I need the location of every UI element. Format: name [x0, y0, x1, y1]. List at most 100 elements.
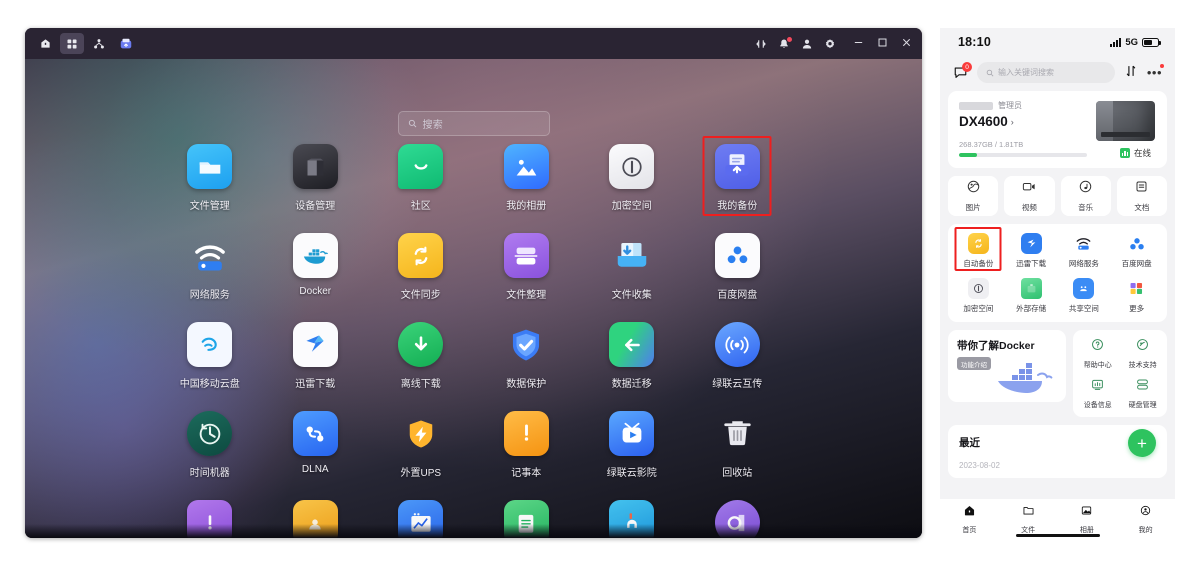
thunder-download-icon	[292, 322, 338, 367]
app-tile-network-service[interactable]: 网络服务	[157, 233, 263, 301]
app-tile-ugreen-cinema[interactable]: 绿联云影院	[579, 411, 685, 479]
app-tile-device-manager[interactable]: 设备管理	[263, 144, 369, 212]
tool-help-center[interactable]: 帮助中心	[1075, 337, 1120, 370]
app-label: 文件同步	[400, 290, 441, 301]
app-label: 回收站	[722, 468, 753, 479]
media-cell-music[interactable]: 音乐	[1060, 176, 1111, 216]
app-tile-cmcc-cloud[interactable]: 中国移动云盘	[157, 322, 263, 390]
disk-management-icon	[1135, 377, 1150, 397]
app-tile-recycle-bin[interactable]: 回收站	[685, 411, 791, 479]
app-label: 文件整理	[506, 290, 547, 301]
notification-badge	[786, 35, 793, 43]
network-type: 5G	[1125, 36, 1138, 48]
banner-tools-row: 带你了解Docker 功能介绍 帮助中心 技术支持 设备信息 硬盘管理	[948, 330, 1167, 417]
media-label: 文档	[1134, 203, 1150, 212]
encrypted-space-icon	[609, 144, 655, 189]
online-indicator-icon	[1119, 148, 1130, 158]
app-tile-dlna[interactable]: DLNA	[263, 411, 369, 479]
tool-disk-management[interactable]: 硬盘管理	[1120, 377, 1165, 410]
shortcut-baidu-netdisk[interactable]: 百度网盘	[1110, 233, 1163, 269]
shortcut-shared-space[interactable]: 共享空间	[1058, 278, 1111, 314]
shortcut-external-storage[interactable]: 外部存储	[1005, 278, 1058, 314]
status-right: 5G	[1110, 36, 1161, 48]
app-tile-docker[interactable]: Docker	[263, 233, 369, 301]
settings-gear-icon[interactable]	[824, 38, 836, 50]
encrypted-space-icon	[967, 278, 989, 299]
desktop-window: 搜索 文件管理 设备管理 社区 我的相册 加密空间 我的备份 网络服务 Dock…	[25, 28, 922, 538]
notification-bell-icon[interactable]	[778, 35, 793, 50]
app-tile-offline-download[interactable]: 离线下载	[368, 322, 474, 390]
media-cell-documents[interactable]: 文档	[1116, 176, 1167, 216]
apps-grid-icon[interactable]	[60, 33, 84, 54]
more-dots-icon[interactable]: •••	[1147, 63, 1164, 79]
app-tile-file-manager[interactable]: 文件管理	[157, 144, 263, 212]
transfer-icon[interactable]	[755, 38, 767, 50]
titlebar-right-icons	[755, 35, 912, 53]
app-tile-my-backup[interactable]: 我的备份	[685, 136, 791, 216]
app-tile-encrypted-space[interactable]: 加密空间	[579, 144, 685, 212]
app-tile-data-migration[interactable]: 数据迁移	[579, 322, 685, 390]
shortcut-encrypted-space[interactable]: 加密空间	[952, 278, 1005, 314]
app-tile-notepad[interactable]: 记事本	[474, 411, 580, 479]
tool-tech-support[interactable]: 技术支持	[1120, 337, 1165, 370]
app-grid: 文件管理 设备管理 社区 我的相册 加密空间 我的备份 网络服务 Docker …	[25, 136, 922, 538]
tool-label: 技术支持	[1128, 362, 1157, 369]
app-tile-my-album[interactable]: 我的相册	[474, 144, 580, 212]
device-card[interactable]: 管理员 DX4600 › 268.37GB / 1.81TB 在线	[948, 91, 1167, 168]
app-tile-community[interactable]: 社区	[368, 144, 474, 212]
docker-banner[interactable]: 带你了解Docker 功能介绍	[948, 330, 1067, 402]
sitemap-icon[interactable]	[87, 33, 111, 54]
banner-title: 带你了解Docker	[957, 340, 1035, 352]
chat-bubble-icon[interactable]: 0	[953, 62, 972, 80]
app-tile-time-machine[interactable]: 时间机器	[157, 411, 263, 479]
app-label: Docker	[299, 286, 332, 297]
baidu-netdisk-icon	[714, 233, 760, 278]
home-icon[interactable]	[33, 33, 57, 54]
app-tile-file-collect[interactable]: 文件收集	[579, 233, 685, 301]
shortcut-grid: 自动备份 迅雷下载 网络服务 百度网盘 加密空间 外部存储 共享空间 更多	[952, 227, 1163, 314]
tab-home[interactable]: 首页	[940, 504, 999, 535]
auto-backup-icon	[967, 233, 989, 254]
shortcut-thunder-download[interactable]: 迅雷下载	[1005, 233, 1058, 269]
more-apps-icon	[1126, 278, 1147, 299]
search-input[interactable]: 输入关键词搜索	[977, 62, 1115, 83]
backup-app-icon[interactable]	[114, 33, 138, 54]
media-cell-video[interactable]: 视频	[1004, 176, 1055, 216]
app-tile-ugreen-transfer[interactable]: 绿联云互传	[685, 322, 791, 390]
app-tile-baidu-netdisk[interactable]: 百度网盘	[685, 233, 791, 301]
recycle-bin-icon	[715, 411, 760, 456]
shortcut-label: 迅雷下载	[1016, 259, 1047, 268]
close-button[interactable]	[901, 35, 912, 53]
app-tile-thunder-download[interactable]: 迅雷下载	[263, 322, 369, 390]
add-button[interactable]: +	[1128, 429, 1156, 457]
window-controls	[853, 35, 912, 53]
tab-profile[interactable]: 我的	[1116, 504, 1175, 535]
tool-device-info[interactable]: 设备信息	[1075, 377, 1120, 410]
shortcut-more[interactable]: 更多	[1110, 278, 1163, 314]
app-tile-file-sync[interactable]: 文件同步	[368, 233, 474, 301]
app-label: 我的备份	[717, 201, 758, 212]
tab-album[interactable]: 相册	[1058, 504, 1117, 535]
app-label: 文件收集	[611, 290, 652, 301]
transfer-arrows-icon[interactable]	[1124, 64, 1138, 81]
app-tile-external-ups[interactable]: 外置UPS	[368, 411, 474, 479]
user-icon[interactable]	[801, 38, 813, 50]
tab-files[interactable]: 文件	[999, 504, 1058, 535]
thunder-download-icon	[1020, 233, 1042, 254]
maximize-button[interactable]	[877, 35, 888, 53]
search-input[interactable]: 搜索	[397, 111, 550, 136]
ugreen-transfer-icon	[714, 322, 760, 367]
docker-whale-icon	[292, 233, 338, 278]
media-cell-pictures[interactable]: 图片	[948, 176, 999, 216]
app-tile-file-organize[interactable]: 文件整理	[474, 233, 580, 301]
shortcut-label: 外部存储	[1016, 304, 1047, 313]
shortcut-auto-backup[interactable]: 自动备份	[952, 227, 1005, 271]
album-icon	[1080, 504, 1093, 522]
search-icon	[986, 64, 994, 82]
docker-whale-illustration	[994, 361, 1060, 400]
shortcut-network-service[interactable]: 网络服务	[1058, 233, 1111, 269]
app-label: 时间机器	[189, 468, 230, 479]
window-titlebar	[25, 28, 922, 59]
minimize-button[interactable]	[853, 35, 864, 53]
app-tile-data-protection[interactable]: 数据保护	[474, 322, 580, 390]
